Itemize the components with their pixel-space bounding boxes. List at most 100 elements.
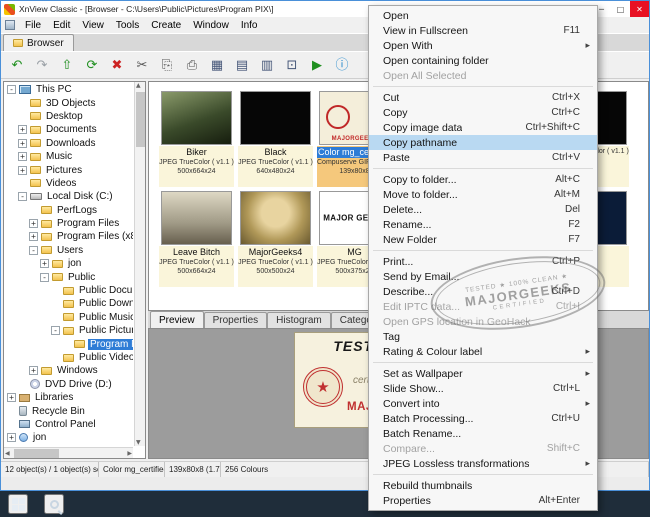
menu-bar-item[interactable]: Edit xyxy=(47,19,76,32)
context-menu-item[interactable]: Print... Ctrl+P xyxy=(369,254,597,269)
tree-item[interactable]: - This PC xyxy=(5,83,133,96)
tree-item[interactable]: Public Music xyxy=(5,311,133,324)
context-menu-item[interactable]: Rename... F2 xyxy=(369,217,597,232)
tree-item[interactable]: + Music xyxy=(5,150,133,163)
tree-item[interactable]: Public Videos xyxy=(5,351,133,364)
tree-item[interactable]: Program PIX xyxy=(5,337,133,350)
tab-browser[interactable]: Browser xyxy=(3,34,74,51)
toolbar-button[interactable]: ⎙ xyxy=(180,53,204,77)
menu-bar-item[interactable]: View xyxy=(76,19,110,32)
toolbar-button[interactable]: ↶ xyxy=(5,53,29,77)
tree-item[interactable]: + Program Files xyxy=(5,217,133,230)
context-menu-item[interactable]: Compare... Shift+C xyxy=(369,441,597,456)
context-menu-item[interactable]: Open All Selected xyxy=(369,68,597,83)
menu-bar-item[interactable]: Tools xyxy=(110,19,145,32)
menu-bar-item[interactable]: Create xyxy=(145,19,187,32)
tree-item[interactable]: + jon xyxy=(5,431,133,444)
context-menu-item[interactable]: Rebuild thumbnails xyxy=(369,478,597,493)
tree-expander-icon[interactable]: + xyxy=(40,259,49,268)
toolbar-button[interactable]: ▤ xyxy=(230,53,254,77)
context-menu-item[interactable]: Batch Rename... xyxy=(369,426,597,441)
tree-item[interactable]: Public Docume xyxy=(5,284,133,297)
context-menu-item[interactable]: New Folder F7 xyxy=(369,232,597,247)
tree-item[interactable]: - Public Pictures xyxy=(5,324,133,337)
close-button[interactable]: ✕ xyxy=(630,1,649,17)
toolbar-button[interactable]: ▶ xyxy=(305,53,329,77)
tree-expander-icon[interactable]: + xyxy=(7,393,16,402)
context-menu-item[interactable]: Open containing folder xyxy=(369,53,597,68)
context-menu-item[interactable]: Rating & Colour label ▸ xyxy=(369,344,597,359)
tree-expander-icon[interactable]: + xyxy=(29,232,38,241)
tree-item[interactable]: + Libraries xyxy=(5,391,133,404)
context-menu-item[interactable] xyxy=(369,83,597,90)
thumbnail-cell[interactable]: Black JPEG TrueColor ( v1.1 ) 640x480x24 xyxy=(237,89,314,187)
context-menu-item[interactable]: Slide Show... Ctrl+L xyxy=(369,381,597,396)
toolbar-button[interactable]: ⟳ xyxy=(80,53,104,77)
tree-expander-icon[interactable]: + xyxy=(18,139,27,148)
tree-expander-icon[interactable]: + xyxy=(29,219,38,228)
context-menu-item[interactable]: Convert into ▸ xyxy=(369,396,597,411)
tree-expander-icon[interactable]: + xyxy=(18,152,27,161)
context-menu-item[interactable]: Copy Ctrl+C xyxy=(369,105,597,120)
tree-expander-icon[interactable]: + xyxy=(7,433,16,442)
taskbar-button[interactable] xyxy=(8,494,28,514)
context-menu-item[interactable]: Copy to folder... Alt+C xyxy=(369,172,597,187)
preview-tab[interactable]: Properties xyxy=(204,312,268,328)
tree-item[interactable]: + Downloads xyxy=(5,137,133,150)
context-menu-item[interactable] xyxy=(369,471,597,478)
context-menu-item[interactable]: Copy image data Ctrl+Shift+C xyxy=(369,120,597,135)
tree-item[interactable]: Recycle Bin xyxy=(5,404,133,417)
tree-expander-icon[interactable]: - xyxy=(18,192,27,201)
tree-item[interactable]: Desktop xyxy=(5,110,133,123)
menu-bar-item[interactable]: Info xyxy=(235,19,264,32)
context-menu-item[interactable]: Open GPS location in GeoHack xyxy=(369,314,597,329)
tree-item[interactable]: Videos xyxy=(5,177,133,190)
scrollbar-thumb[interactable] xyxy=(136,92,145,147)
context-menu-item[interactable]: Edit IPTC data... Ctrl+I xyxy=(369,299,597,314)
tree-item[interactable]: DVD Drive (D:) xyxy=(5,378,133,391)
toolbar-button[interactable]: ⊡ xyxy=(280,53,304,77)
toolbar-button[interactable]: ⎘ xyxy=(155,53,179,77)
tree-item[interactable]: Control Panel xyxy=(5,418,133,431)
context-menu-item[interactable]: Cut Ctrl+X xyxy=(369,90,597,105)
thumbnail-cell[interactable]: Biker JPEG TrueColor ( v1.1 ) 500x664x24 xyxy=(158,89,235,187)
tree-expander-icon[interactable]: - xyxy=(7,85,16,94)
tree-item[interactable]: PerfLogs xyxy=(5,204,133,217)
context-menu-item[interactable]: Open With ▸ xyxy=(369,38,597,53)
tree-item[interactable]: + Windows xyxy=(5,364,133,377)
thumbnail-cell[interactable]: Leave Bitch JPEG TrueColor ( v1.1 ) 500x… xyxy=(158,189,235,287)
context-menu-item[interactable]: Describe... Ctrl+D xyxy=(369,284,597,299)
toolbar-button[interactable]: ✖ xyxy=(105,53,129,77)
context-menu-item[interactable]: Send by Email... xyxy=(369,269,597,284)
tree-expander-icon[interactable]: + xyxy=(18,166,27,175)
tree-item[interactable]: 3D Objects xyxy=(5,96,133,109)
context-menu-item[interactable] xyxy=(369,359,597,366)
tree-item[interactable]: + Documents xyxy=(5,123,133,136)
menu-bar-item[interactable]: Window xyxy=(187,19,235,32)
context-menu-item[interactable]: Delete... Del xyxy=(369,202,597,217)
toolbar-button[interactable]: ▥ xyxy=(255,53,279,77)
toolbar-button[interactable]: ⓘ xyxy=(330,53,354,77)
context-menu-item[interactable]: JPEG Lossless transformations ▸ xyxy=(369,456,597,471)
thumbnail-cell[interactable]: MajorGeeks4 JPEG TrueColor ( v1.1 ) 500x… xyxy=(237,189,314,287)
context-menu-item[interactable] xyxy=(369,165,597,172)
tree-expander-icon[interactable]: - xyxy=(40,273,49,282)
tree-item[interactable]: + jon xyxy=(5,257,133,270)
tree-vertical-scrollbar[interactable] xyxy=(134,82,145,446)
tree-item[interactable]: + Program Files (x86) xyxy=(5,230,133,243)
toolbar-button[interactable]: ⇧ xyxy=(55,53,79,77)
toolbar-button[interactable]: ↷ xyxy=(30,53,54,77)
context-menu-item[interactable]: Paste Ctrl+V xyxy=(369,150,597,165)
context-menu-item[interactable]: Move to folder... Alt+M xyxy=(369,187,597,202)
tree-expander-icon[interactable]: - xyxy=(51,326,60,335)
menu-bar-item[interactable]: File xyxy=(19,19,47,32)
tree-item[interactable]: - Local Disk (C:) xyxy=(5,190,133,203)
context-menu-item[interactable]: Properties Alt+Enter xyxy=(369,493,597,508)
tree-item[interactable]: Public Downloa xyxy=(5,297,133,310)
tree-horizontal-scrollbar[interactable] xyxy=(4,447,133,458)
toolbar-button[interactable]: ▦ xyxy=(205,53,229,77)
tree-expander-icon[interactable]: - xyxy=(29,246,38,255)
context-menu-item[interactable]: Open xyxy=(369,8,597,23)
preview-tab[interactable]: Histogram xyxy=(267,312,331,328)
preview-tab[interactable]: Preview xyxy=(150,311,204,328)
